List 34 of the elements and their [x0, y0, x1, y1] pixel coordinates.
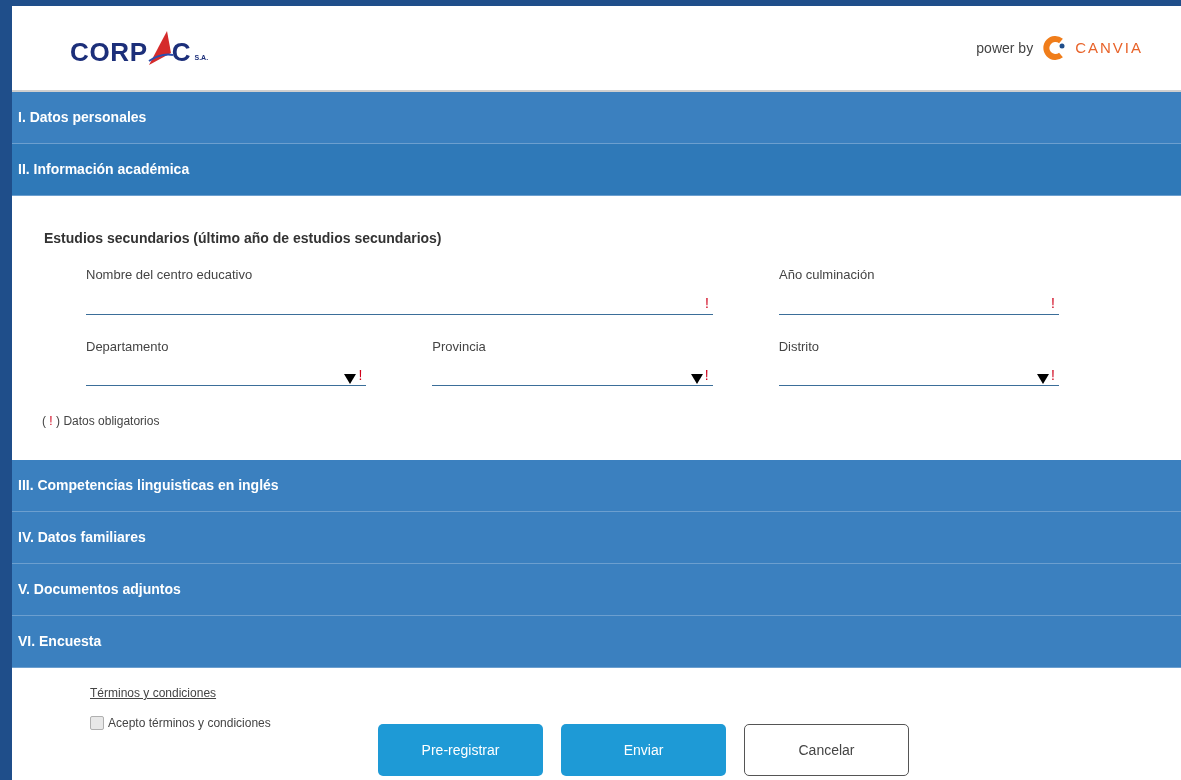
checkbox-label: Acepto términos y condiciones [108, 715, 271, 732]
field-label: Distrito [778, 337, 820, 356]
required-mark: ! [1051, 296, 1055, 310]
required-mark: ! [704, 367, 709, 382]
required-mark: ! [705, 296, 709, 310]
section-header[interactable]: II. Información académica [12, 144, 1181, 196]
form-button[interactable]: Pre-registrar [378, 724, 543, 776]
subsection-heading: Estudios secundarios (último año de estudios secundarios) [44, 229, 443, 248]
section-header[interactable]: IV. Datos familiares [12, 512, 1181, 564]
powered-by-label: power by [976, 38, 1034, 58]
caret-icon [344, 373, 357, 384]
section-header[interactable]: I. Datos personales [12, 92, 1181, 144]
dropdown-field[interactable]: ! [86, 364, 367, 386]
section-header[interactable]: III. Competencias linguisticas en inglés [12, 460, 1181, 512]
dropdown-field[interactable]: ! [778, 364, 1059, 386]
checkbox[interactable] [90, 716, 104, 730]
dropdown-field[interactable]: ! [432, 364, 713, 386]
section-header[interactable]: VI. Encuesta [12, 616, 1181, 668]
input-field[interactable]: ! [86, 292, 713, 315]
caret-icon [1037, 373, 1050, 384]
required-note: ( ! ) Datos obligatorios [42, 413, 161, 430]
section-header[interactable]: V. Documentos adjuntos [12, 564, 1181, 616]
form-button[interactable]: Cancelar [744, 724, 909, 776]
required-mark: ! [358, 367, 363, 382]
required-mark: ! [1051, 367, 1055, 382]
field-label: Nombre del centro educativo [86, 266, 253, 284]
terms-link[interactable]: Términos y condiciones [90, 684, 217, 702]
form-button[interactable]: Enviar [561, 724, 726, 776]
input-field[interactable]: ! [779, 292, 1059, 315]
caret-icon [690, 373, 703, 384]
field-label: Departamento [86, 337, 169, 356]
field-label: Provincia [432, 337, 486, 356]
partner-logo: CANVIA [1041, 35, 1143, 61]
field-label: Año culminación [779, 266, 875, 284]
